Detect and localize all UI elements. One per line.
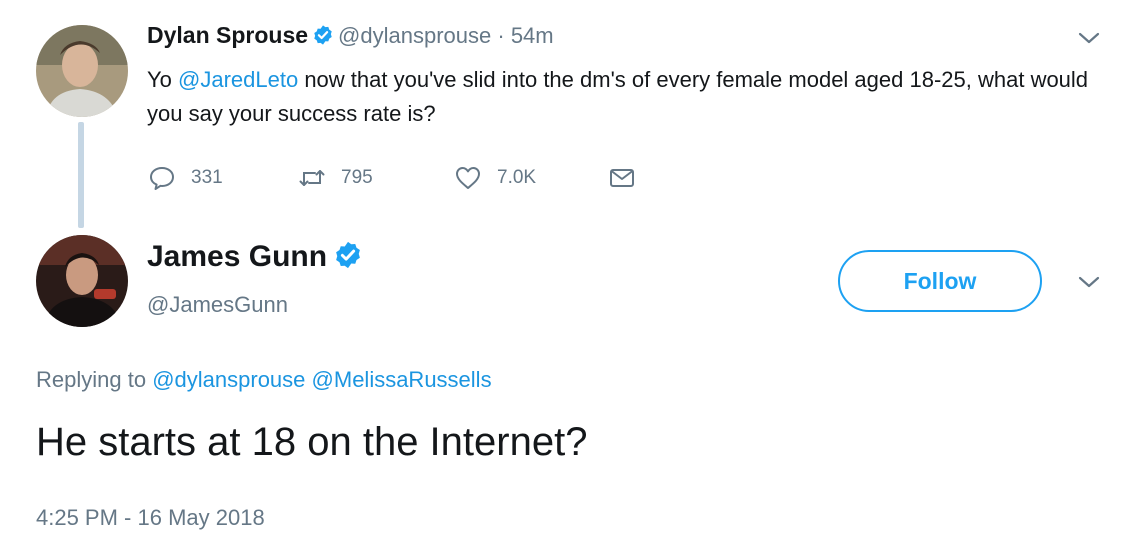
retweet-icon [297,163,327,193]
replying-mention-2[interactable]: @MelissaRussells [312,367,492,392]
avatar-james-gunn[interactable] [36,235,128,327]
follow-button[interactable]: Follow [838,250,1042,312]
reply-bubble-icon [147,163,177,193]
mention-link[interactable]: @JaredLeto [178,67,298,92]
header-separator: · [491,23,511,48]
like-button[interactable]: 7.0K [453,160,536,196]
replying-mention-1[interactable]: @dylansprouse [152,367,305,392]
chevron-down-icon[interactable] [1076,28,1102,48]
replying-to-label: Replying to [36,367,147,392]
main-author-handle[interactable]: @JamesGunn [147,292,288,318]
retweet-count: 795 [341,167,373,188]
heart-icon [453,163,483,193]
chevron-down-icon[interactable] [1076,272,1102,292]
reply-count: 331 [191,167,223,188]
main-author-name[interactable]: James Gunn [147,240,327,273]
parent-tweet-header: Dylan Sprouse @dylansprouse · 54m [147,22,554,49]
parent-author-name[interactable]: Dylan Sprouse [147,22,308,48]
main-tweet-timestamp[interactable]: 4:25 PM - 16 May 2018 [36,505,265,531]
parent-tweet-actions: 331 795 7.0K [147,160,707,196]
like-count: 7.0K [497,167,537,188]
verified-badge-icon [333,240,363,270]
replying-to-line: Replying to @dylansprouse @MelissaRussel… [36,367,492,393]
verified-badge-icon [312,24,334,46]
reply-button[interactable]: 331 [147,160,223,196]
parent-tweet-text: Yo @JaredLeto now that you've slid into … [147,63,1107,131]
thread-connector-line [78,122,84,228]
parent-tweet-time[interactable]: 54m [511,23,554,48]
main-author-name-row: James Gunn [147,240,363,274]
parent-text-prefix: Yo [147,67,179,92]
retweet-button[interactable]: 795 [297,160,373,196]
parent-author-handle[interactable]: @dylansprouse [338,23,491,48]
avatar-dylan-sprouse[interactable] [36,25,128,117]
envelope-icon [607,163,637,193]
main-tweet-text: He starts at 18 on the Internet? [36,420,588,464]
direct-message-button[interactable] [607,160,651,196]
